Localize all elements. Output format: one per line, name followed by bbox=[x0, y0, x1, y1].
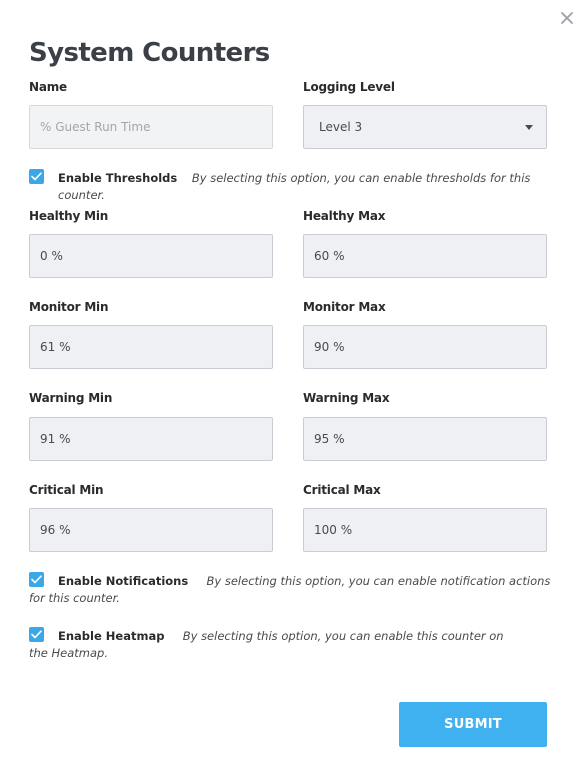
monitor-max-input[interactable]: 90 % bbox=[303, 325, 547, 369]
dialog-title: System Counters bbox=[29, 38, 270, 68]
warning-min-input[interactable]: 91 % bbox=[29, 417, 273, 461]
healthy-max-input[interactable]: 60 % bbox=[303, 234, 547, 278]
enable-thresholds-checkbox[interactable] bbox=[29, 169, 44, 184]
monitor-min-input[interactable]: 61 % bbox=[29, 325, 273, 369]
monitor-min-label: Monitor Min bbox=[29, 300, 109, 314]
close-icon[interactable] bbox=[559, 10, 575, 26]
enable-heatmap-row: Enable Heatmap By selecting this option,… bbox=[29, 628, 509, 662]
logging-level-value: Level 3 bbox=[319, 120, 363, 134]
healthy-max-label: Healthy Max bbox=[303, 209, 386, 223]
enable-thresholds-label: Enable Thresholds bbox=[58, 171, 178, 185]
warning-max-label: Warning Max bbox=[303, 391, 390, 405]
checkmark-icon bbox=[31, 172, 42, 181]
logging-level-select[interactable]: Level 3 bbox=[303, 105, 547, 149]
chevron-down-icon bbox=[525, 125, 533, 130]
enable-notifications-label: Enable Notifications bbox=[58, 574, 189, 588]
enable-heatmap-label: Enable Heatmap bbox=[58, 629, 165, 643]
healthy-min-input[interactable]: 0 % bbox=[29, 234, 273, 278]
monitor-max-label: Monitor Max bbox=[303, 300, 386, 314]
warning-max-input[interactable]: 95 % bbox=[303, 417, 547, 461]
critical-max-input[interactable]: 100 % bbox=[303, 508, 547, 552]
critical-max-label: Critical Max bbox=[303, 483, 381, 497]
healthy-min-label: Healthy Min bbox=[29, 209, 109, 223]
enable-thresholds-row: Enable Thresholds By selecting this opti… bbox=[58, 170, 558, 204]
critical-min-label: Critical Min bbox=[29, 483, 104, 497]
system-counters-dialog: System Counters Name % Guest Run Time Lo… bbox=[0, 0, 582, 761]
warning-min-label: Warning Min bbox=[29, 391, 113, 405]
name-input[interactable]: % Guest Run Time bbox=[29, 105, 273, 149]
logging-level-label: Logging Level bbox=[303, 80, 395, 94]
enable-notifications-row: Enable Notifications By selecting this o… bbox=[29, 573, 559, 607]
name-label: Name bbox=[29, 80, 67, 94]
submit-button[interactable]: SUBMIT bbox=[399, 702, 547, 747]
critical-min-input[interactable]: 96 % bbox=[29, 508, 273, 552]
